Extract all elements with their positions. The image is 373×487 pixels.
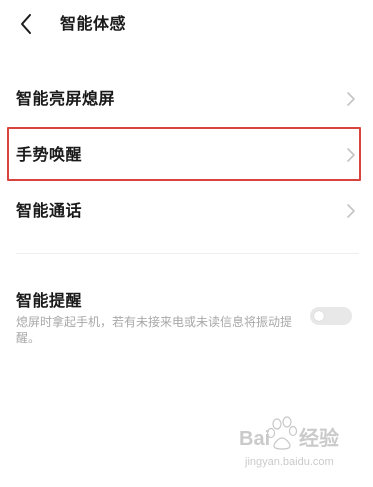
chevron-right-icon — [347, 148, 355, 162]
svg-text:经验: 经验 — [299, 426, 339, 450]
reminder-title: 智能提醒 — [16, 291, 83, 310]
chevron-right-icon — [347, 92, 355, 106]
menu-item-smart-screen[interactable]: 智能亮屏熄屏 — [0, 70, 373, 128]
chevron-right-icon — [347, 204, 355, 218]
header: 智能体感 — [0, 0, 373, 48]
menu-item-label: 智能亮屏熄屏 — [16, 89, 116, 108]
svg-text:jingyan.baidu.com: jingyan.baidu.com — [244, 456, 334, 468]
page-title: 智能体感 — [60, 14, 127, 33]
divider — [16, 253, 359, 254]
menu-item-label: 手势唤醒 — [16, 145, 83, 164]
menu-item-label: 智能通话 — [16, 201, 83, 220]
back-button[interactable] — [12, 10, 40, 38]
settings-page: 智能体感 智能亮屏熄屏 手势唤醒 智能通话 智能提醒 熄屏时拿起手机，若有未接来… — [0, 0, 373, 487]
chevron-left-icon — [21, 14, 31, 34]
toggle-knob — [314, 311, 324, 321]
svg-text:Bai: Bai — [239, 428, 270, 450]
menu-item-gesture-wake[interactable]: 手势唤醒 — [0, 126, 373, 184]
reminder-toggle[interactable] — [310, 307, 352, 325]
menu-item-smart-call[interactable]: 智能通话 — [0, 182, 373, 240]
reminder-description: 熄屏时拿起手机，若有未接来电或未读信息将振动提醒。 — [16, 315, 293, 345]
baidu-jingyan-watermark: Bai 经验 jingyan.baidu.com — [239, 416, 339, 468]
